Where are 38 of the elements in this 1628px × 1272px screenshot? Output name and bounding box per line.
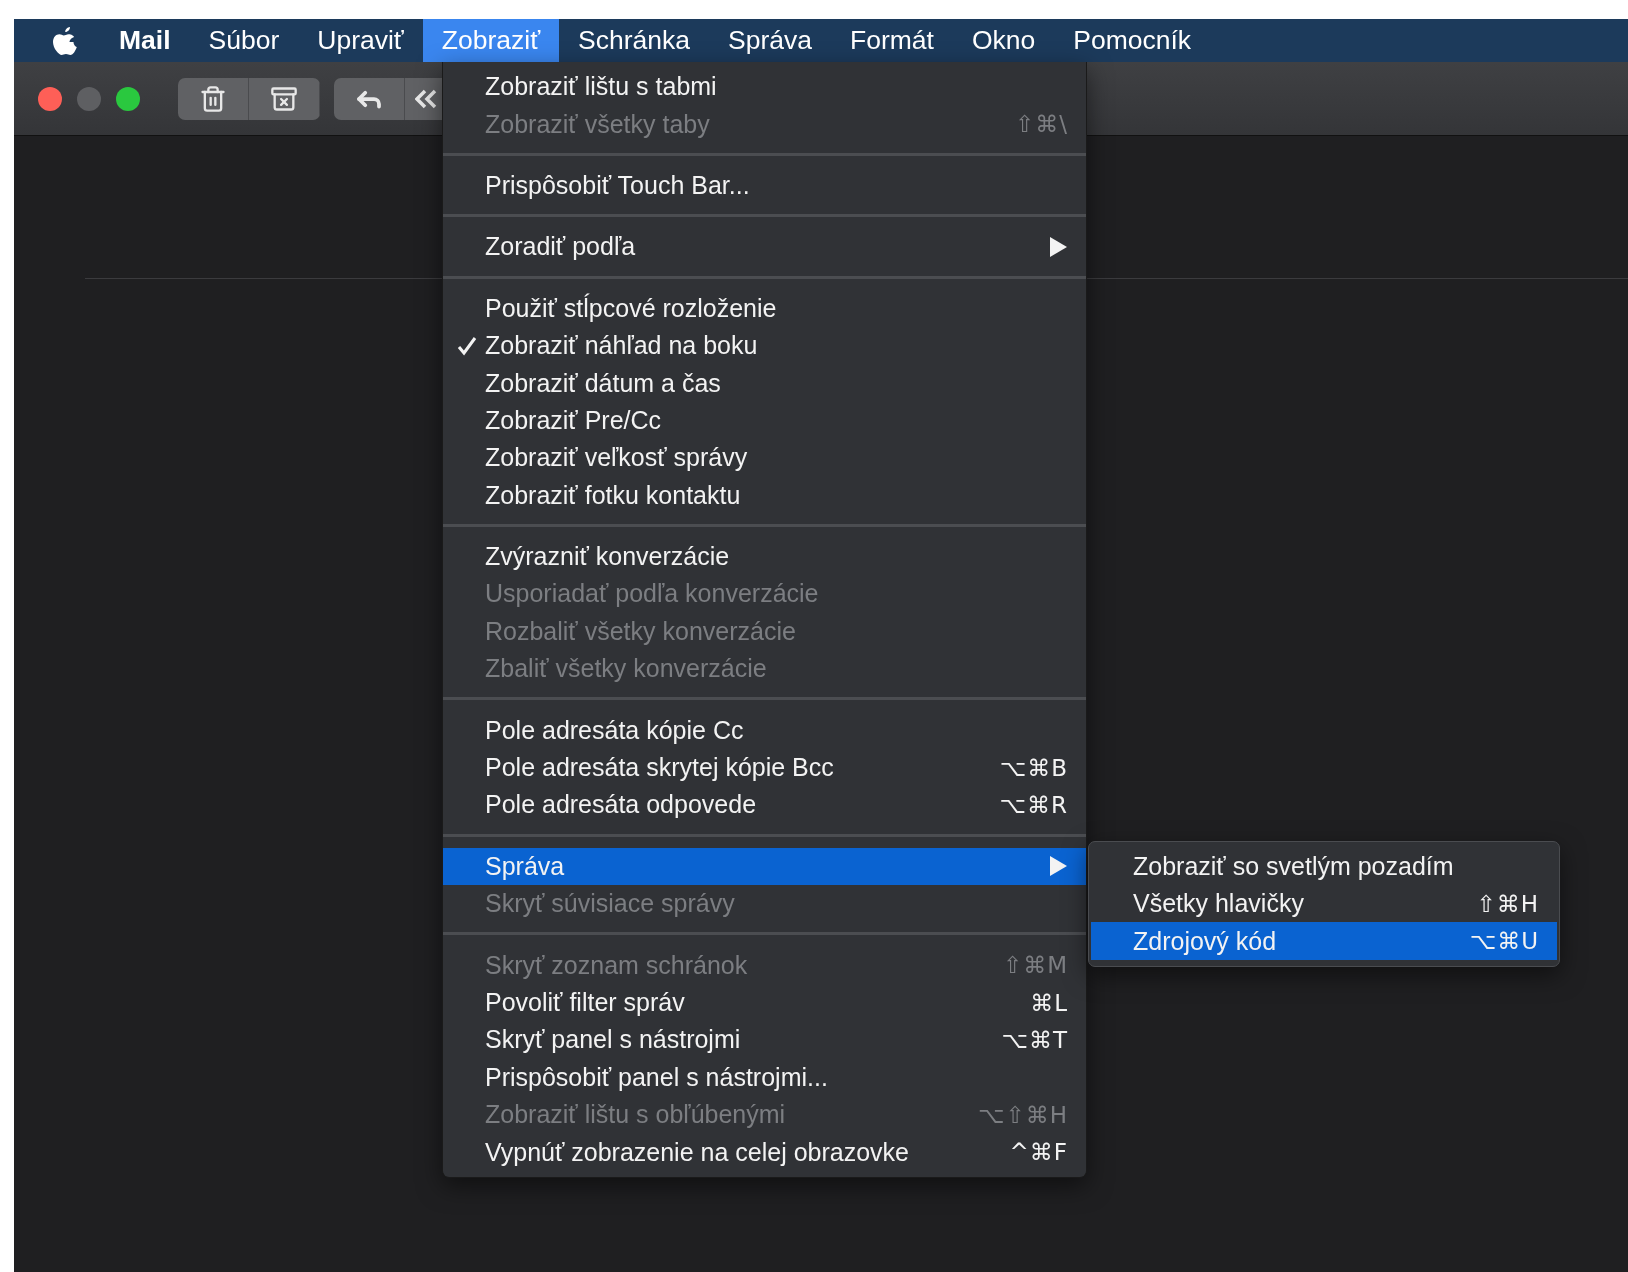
menu-item[interactable]: Všetky hlavičky ⇧⌘H [1091,885,1557,923]
menu-bar-item[interactable]: Mail [100,19,190,62]
menu-item[interactable]: Zoradiť podľa [443,228,1086,266]
menu-item[interactable]: Prispôsobiť Touch Bar... [443,166,1086,205]
menu-item[interactable]: Zobraziť lištu s tabmi [443,68,1086,106]
zoom-button[interactable] [116,86,140,111]
double-arrow-icon [415,88,437,109]
menu-item[interactable]: Použiť stĺpcové rozloženie [443,289,1086,327]
menu-item[interactable]: Zobraziť fotku kontaktu [443,476,1086,514]
menu-item[interactable]: Zobraziť so svetlým pozadím [1091,847,1557,886]
menu-item[interactable]: Povoliť filter správ ⌘L [443,983,1086,1022]
archive-button[interactable] [249,77,320,120]
menu-bar-item[interactable]: Pomocník [1054,19,1211,62]
delete-button[interactable] [178,77,249,120]
menu-bar-item[interactable]: Zobraziť [422,19,560,62]
menu-item[interactable]: Vypnúť zobrazenie na celej obrazovke ^⌘F [443,1133,1086,1171]
archive-box-icon [270,84,298,113]
menu-item[interactable]: Zdrojový kód ⌥⌘U [1091,922,1557,960]
menu-item[interactable]: Zobraziť náhľad na boku [443,326,1086,365]
menu-item[interactable]: Zvýrazniť konverzácie [443,537,1086,576]
menu-item[interactable]: Prispôsobiť panel s nástrojmi... [443,1058,1086,1096]
menu-bar-item[interactable]: Formát [831,19,953,62]
menu-item[interactable]: Zobraziť Pre/Cc [443,401,1086,440]
menu-item[interactable]: Skryť panel s nástrojmi ⌥⌘T [443,1021,1086,1059]
menu-bar-item[interactable]: Súbor [189,19,299,62]
trash-icon [199,84,227,113]
close-button[interactable] [38,86,62,111]
menu-item[interactable]: Zobraziť dátum a čas [443,364,1086,402]
apple-icon[interactable] [52,25,78,56]
menu-item[interactable]: Pole adresáta skrytej kópie Bcc ⌥⌘B [443,748,1086,787]
menu-bar-item[interactable]: Upraviť [298,19,423,62]
menu-item[interactable]: Pole adresáta kópie Cc [443,711,1086,749]
menu-bar-item[interactable]: Schránka [559,19,710,62]
reply-button[interactable] [334,77,405,120]
menu-bar-item[interactable]: Okno [952,19,1055,62]
menu-item[interactable]: Pole adresáta odpovede ⌥⌘R [443,786,1086,824]
menu-item[interactable]: Zobraziť veľkosť správy [443,439,1086,477]
menu-bar-item[interactable]: Správa [709,19,831,62]
